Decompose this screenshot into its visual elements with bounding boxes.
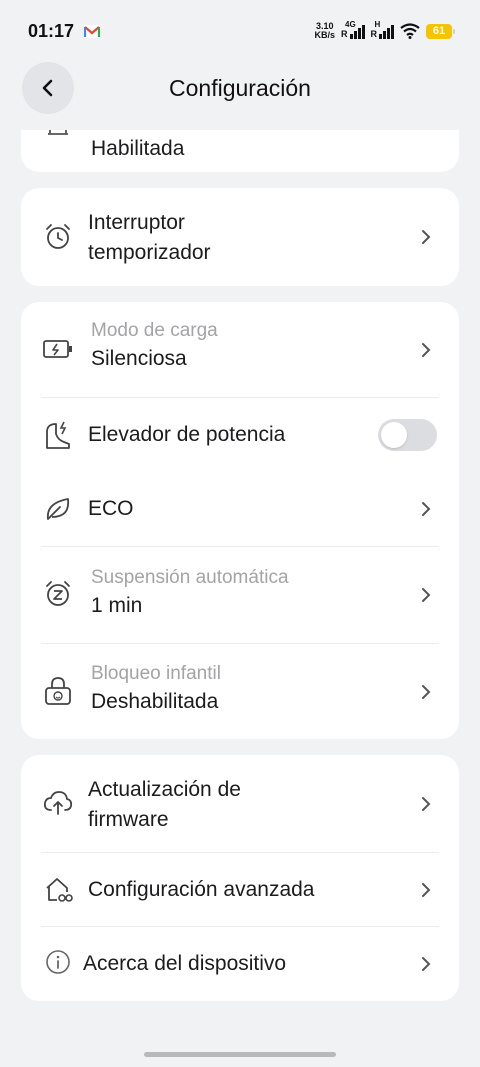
cloud-upload-icon	[43, 788, 73, 818]
sleep-clock-icon	[43, 579, 73, 609]
timer-switch-label-line2: temporizador	[88, 241, 211, 264]
page-title: Configuración	[169, 75, 311, 101]
sim2-roaming: R	[370, 29, 378, 39]
status-time: 01:17	[28, 20, 75, 41]
timer-switch-row[interactable]: Interruptor temporizador	[21, 188, 459, 286]
child-lock-value: Deshabilitada	[91, 690, 219, 713]
lock-icon	[43, 676, 73, 706]
signal-sim1: 4G R	[341, 20, 365, 39]
home-indicator[interactable]	[144, 1052, 336, 1057]
auto-sleep-value: 1 min	[91, 594, 143, 617]
info-icon	[43, 947, 73, 977]
status-left: 01:17	[28, 20, 101, 42]
toggle-knob	[381, 422, 407, 448]
settings-card-timer: Interruptor temporizador	[21, 188, 459, 286]
advanced-settings-icon	[43, 875, 73, 905]
status-value: Habilitada	[91, 137, 185, 160]
timer-switch-label-line1: Interruptor	[88, 211, 185, 234]
chevron-right-icon	[419, 957, 433, 971]
battery-indicator: 61	[426, 23, 455, 39]
settings-card-device: Actualización de firmware Configuración …	[21, 755, 459, 1001]
power-boost-row: Elevador de potencia	[21, 398, 459, 472]
alarm-clock-icon	[43, 222, 73, 252]
network-speed-unit: KB/s	[314, 30, 335, 40]
signal-sim2: H R	[370, 20, 394, 39]
chevron-right-icon	[419, 797, 433, 811]
sim2-network-type: H	[374, 20, 381, 29]
power-boost-label: Elevador de potencia	[88, 423, 286, 446]
about-device-row[interactable]: Acerca del dispositivo	[21, 927, 459, 1001]
chevron-right-icon	[419, 343, 433, 357]
chevron-right-icon	[419, 685, 433, 699]
child-lock-title: Bloqueo infantil	[91, 663, 221, 684]
battery-charge-icon	[43, 334, 73, 364]
advanced-settings-label: Configuración avanzada	[88, 878, 315, 901]
chevron-right-icon	[419, 588, 433, 602]
firmware-label-line1: Actualización de	[88, 778, 241, 801]
power-boost-icon	[43, 420, 73, 450]
firmware-label-line2: firmware	[88, 808, 169, 831]
power-boost-toggle[interactable]	[378, 419, 437, 451]
child-lock-row[interactable]: Bloqueo infantil Deshabilitada	[21, 644, 459, 739]
chevron-right-icon	[419, 502, 433, 516]
leaf-icon	[43, 494, 73, 524]
chevron-right-icon	[419, 230, 433, 244]
settings-card-status: Habilitada	[21, 130, 459, 172]
auto-sleep-row[interactable]: Suspensión automática 1 min	[21, 547, 459, 643]
auto-sleep-title: Suspensión automática	[91, 567, 289, 588]
status-bar: 01:17 3.10 KB/s 4G R H R 61	[0, 0, 480, 62]
network-speed: 3.10 KB/s	[314, 22, 335, 40]
advanced-settings-row[interactable]: Configuración avanzada	[21, 853, 459, 927]
app-header: Configuración	[0, 62, 480, 118]
charge-mode-value: Silenciosa	[91, 347, 187, 370]
status-row[interactable]: Habilitada	[21, 130, 459, 172]
about-device-label: Acerca del dispositivo	[83, 952, 287, 975]
sim1-roaming: R	[341, 29, 348, 39]
wifi-icon	[400, 23, 420, 39]
chevron-right-icon	[419, 883, 433, 897]
gmail-icon	[84, 24, 101, 38]
charge-mode-row[interactable]: Modo de carga Silenciosa	[21, 302, 459, 398]
status-right: 3.10 KB/s 4G R H R 61	[314, 20, 455, 40]
eco-row[interactable]: ECO	[21, 472, 459, 546]
firmware-update-row[interactable]: Actualización de firmware	[21, 755, 459, 852]
sim1-network-type: 4G	[345, 20, 356, 29]
settings-card-power: Modo de carga Silenciosa Elevador de pot…	[21, 302, 459, 739]
charge-mode-title: Modo de carga	[91, 320, 218, 341]
eco-label: ECO	[88, 497, 134, 520]
partial-icon	[43, 130, 73, 148]
